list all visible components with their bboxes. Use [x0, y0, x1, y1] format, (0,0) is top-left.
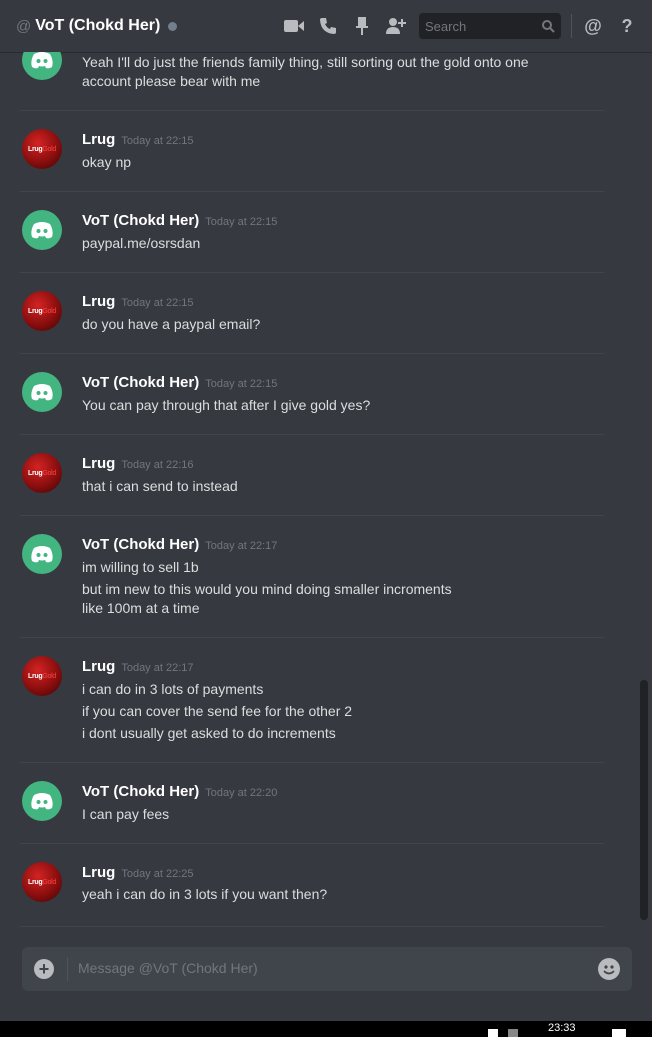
channel-name[interactable]: VoT (Chokd Her)	[35, 17, 160, 35]
timestamp: Today at 22:15	[205, 216, 278, 228]
timestamp: Today at 22:25	[121, 868, 194, 880]
message-text: I can pay fees	[82, 806, 170, 822]
avatar[interactable]: LrugGold	[22, 862, 62, 902]
message-header: Lrug Today at 22:16	[82, 455, 194, 473]
search-icon	[542, 20, 555, 33]
avatar[interactable]	[22, 534, 62, 574]
search-input[interactable]: Search	[419, 13, 561, 39]
timestamp: Today at 22:15	[121, 297, 194, 309]
discord-logo-icon	[31, 793, 53, 810]
author-name[interactable]: Lrug	[82, 455, 115, 472]
message-group: VoT (Chokd Her) Today at 22:15 paypal.me/…	[20, 191, 604, 272]
message-text: paypal.me/osrsdan	[82, 235, 201, 251]
message-text: if you can cover the send fee for the ot…	[82, 703, 353, 719]
author-name[interactable]: VoT (Chokd Her)	[82, 212, 199, 229]
os-taskbar: 23:33	[0, 1021, 652, 1037]
avatar[interactable]	[22, 781, 62, 821]
avatar[interactable]	[22, 210, 62, 250]
timestamp: Today at 22:20	[205, 787, 278, 799]
message-group: VoT (Chokd Her) Today at 22:15 You can pa…	[20, 353, 604, 434]
avatar[interactable]	[22, 372, 62, 412]
message-input[interactable]: Message @VoT (Chokd Her)	[78, 960, 258, 976]
author-name[interactable]: Lrug	[82, 658, 115, 675]
avatar-label: LrugGold	[28, 307, 56, 315]
message-header: Lrug Today at 22:15	[82, 293, 194, 311]
message-text: that i can send to instead	[82, 478, 238, 494]
message-text: okay np	[82, 154, 132, 170]
phone-icon[interactable]	[317, 15, 339, 37]
clock[interactable]: 23:33	[548, 1022, 576, 1034]
avatar-label: LrugGold	[28, 145, 56, 153]
message-header: VoT (Chokd Her) Today at 22:15	[82, 374, 277, 392]
message-text: i dont usually get asked to do increment…	[82, 725, 336, 741]
add-friend-icon[interactable]	[385, 15, 407, 37]
message-text: You can pay through that after I give go…	[82, 397, 371, 413]
timestamp: Today at 22:16	[121, 459, 194, 471]
message-header: VoT (Chokd Her) Today at 22:20	[82, 783, 277, 801]
volume-icon[interactable]	[508, 1029, 518, 1037]
emoji-icon[interactable]	[598, 958, 620, 980]
message-text: i can do in 3 lots of payments	[82, 681, 264, 697]
avatar-label: LrugGold	[28, 878, 56, 886]
avatar-label: LrugGold	[28, 672, 56, 680]
timestamp: Today at 22:17	[205, 540, 278, 552]
message-header: Lrug Today at 22:25	[82, 864, 194, 882]
header-divider	[571, 14, 572, 38]
search-placeholder: Search	[425, 18, 467, 34]
message-text: but im new to this would you mind doing …	[82, 581, 452, 597]
timestamp: Today at 22:15	[205, 378, 278, 390]
message-text: do you have a paypal email?	[82, 316, 261, 332]
message-header: VoT (Chokd Her) Today at 22:17	[82, 536, 277, 554]
timestamp: Today at 22:15	[121, 135, 194, 147]
avatar[interactable]	[22, 52, 62, 80]
message-group: LrugGold Lrug Today at 22:25 yeah i can d…	[20, 843, 604, 927]
discord-logo-icon	[31, 384, 53, 401]
status-indicator	[168, 21, 178, 31]
avatar[interactable]: LrugGold	[22, 291, 62, 331]
discord-logo-icon	[31, 546, 53, 563]
message-text: Yeah I'll do just the friends family thi…	[82, 54, 529, 70]
author-name[interactable]: VoT (Chokd Her)	[82, 536, 199, 553]
scrollbar[interactable]	[640, 680, 648, 920]
message-header: Lrug Today at 22:15	[82, 131, 194, 149]
help-icon[interactable]: ?	[616, 15, 638, 37]
message-text: account please bear with me	[82, 73, 261, 89]
video-icon[interactable]	[283, 15, 305, 37]
author-name[interactable]: Lrug	[82, 293, 115, 310]
avatar[interactable]: LrugGold	[22, 453, 62, 493]
message-group: LrugGold Lrug Today at 22:17 i can do in …	[20, 637, 604, 762]
message-group: VoT (Chokd Her) Today at 22:20 I can pay …	[20, 762, 604, 843]
header-toolbar: Search @ ?	[283, 0, 652, 52]
author-name[interactable]: Lrug	[82, 864, 115, 881]
timestamp: Today at 22:17	[121, 662, 194, 674]
avatar-label: LrugGold	[28, 469, 56, 477]
message-composer[interactable]: + Message @VoT (Chokd Her)	[22, 947, 632, 991]
message-group: Yeah I'll do just the friends family thi…	[20, 52, 604, 110]
author-name[interactable]: Lrug	[82, 131, 115, 148]
message-group: LrugGold Lrug Today at 22:16 that i can s…	[20, 434, 604, 515]
author-name[interactable]: VoT (Chokd Her)	[82, 374, 199, 391]
message-text: like 100m at a time	[82, 600, 200, 616]
message-list: Yeah I'll do just the friends family thi…	[0, 52, 640, 932]
channel-header: @ VoT (Chokd Her) Search @ ?	[0, 0, 652, 52]
dm-at-symbol: @	[16, 17, 32, 35]
message-header: Lrug Today at 22:17	[82, 658, 194, 676]
author-name[interactable]: VoT (Chokd Her)	[82, 783, 199, 800]
avatar[interactable]: LrugGold	[22, 129, 62, 169]
message-text: im willing to sell 1b	[82, 559, 199, 575]
tray-icon[interactable]	[488, 1029, 498, 1037]
pin-icon[interactable]	[351, 15, 373, 37]
notification-icon[interactable]	[612, 1029, 626, 1037]
message-header: VoT (Chokd Her) Today at 22:15	[82, 212, 277, 230]
mention-icon[interactable]: @	[582, 15, 604, 37]
message-text: yeah i can do in 3 lots if you want then…	[82, 886, 328, 902]
composer-divider	[67, 957, 68, 981]
message-group: VoT (Chokd Her) Today at 22:17 im willing…	[20, 515, 604, 637]
upload-plus-button[interactable]: +	[34, 959, 54, 979]
message-group: LrugGold Lrug Today at 22:15 okay np	[20, 110, 604, 191]
discord-logo-icon	[31, 52, 53, 69]
message-group: LrugGold Lrug Today at 22:15 do you have …	[20, 272, 604, 353]
discord-logo-icon	[31, 222, 53, 239]
avatar[interactable]: LrugGold	[22, 656, 62, 696]
